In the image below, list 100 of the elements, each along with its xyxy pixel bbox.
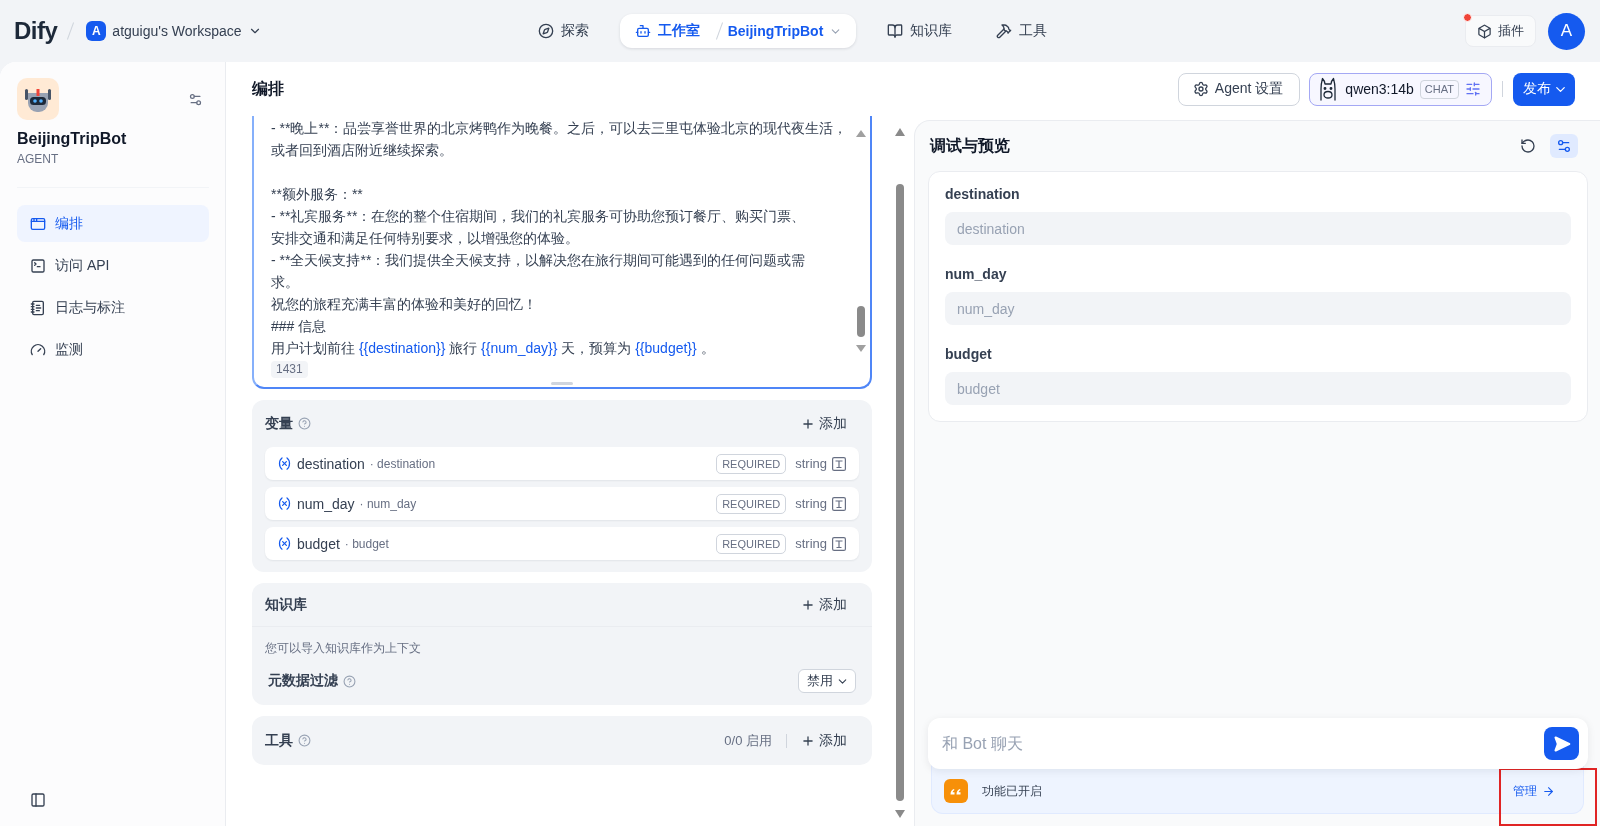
plugins-button[interactable]: 插件: [1465, 15, 1536, 47]
variable-type: string: [795, 456, 827, 471]
gauge-icon: [30, 341, 46, 358]
prompt-line: - **晚上**：品尝享誉世界的北京烤鸭作为晚餐。之后，可以去三里屯体验北京的现代夜生活，: [271, 119, 849, 138]
variable-icon: [277, 496, 292, 511]
section-title: 工具: [265, 731, 293, 750]
hammer-icon: [996, 23, 1013, 39]
variable-row[interactable]: num_day · num_day REQUIRED string: [265, 487, 859, 520]
required-badge: REQUIRED: [716, 533, 787, 554]
prompt-line: 或者回到酒店附近继续探索。: [271, 141, 454, 160]
prompt-line: - **礼宾服务**：在您的整个住宿期间，我们的礼宾服务可协助您预订餐厅、购买门票、: [271, 207, 807, 226]
required-badge: REQUIRED: [716, 493, 787, 514]
field-label: budget: [945, 345, 993, 363]
variable-key: · destination: [369, 456, 436, 471]
variable-icon: [277, 536, 292, 551]
text-field-icon: [832, 536, 846, 551]
robot-icon: [17, 78, 59, 120]
cube-icon: [1477, 23, 1492, 39]
add-button[interactable]: 添加: [801, 731, 859, 750]
prompt-editor[interactable]: [252, 116, 872, 389]
resize-handle[interactable]: [551, 382, 573, 385]
sidebar-item[interactable]: 编排: [17, 205, 209, 242]
prompt-line: 祝您的旅程充满丰富的体验和美好的回忆！: [271, 295, 538, 314]
arrow-right-icon: [1542, 784, 1555, 798]
settings-icon: [1192, 81, 1209, 97]
model-selector[interactable]: qwen3:14b CHAT: [1309, 72, 1492, 106]
plus-icon: [801, 733, 815, 748]
nav-tab[interactable]: 工具: [983, 14, 1061, 48]
variable-key: · num_day: [359, 496, 417, 511]
workspace-avatar: A: [86, 21, 107, 41]
send-icon: [1552, 734, 1571, 753]
section-title: 知识库: [265, 595, 307, 614]
variable-name: budget: [297, 535, 340, 552]
sidebar-item[interactable]: 访问 API: [17, 247, 209, 284]
sidebar-item[interactable]: 监测: [17, 331, 209, 368]
agent-settings-button[interactable]: Agent 设置: [1177, 72, 1301, 106]
prompt-line: **额外服务：**: [271, 185, 364, 204]
app-switcher[interactable]: BeijingTripBot: [725, 23, 845, 39]
settings-icon: [1556, 138, 1572, 154]
app-type: AGENT: [17, 151, 60, 167]
scrollbar[interactable]: [856, 130, 866, 352]
hint-text: 您可以导入知识库作为上下文: [265, 640, 422, 657]
terminal-icon: [30, 257, 46, 274]
studio-tab[interactable]: 工作室 BeijingTripBot: [619, 14, 857, 48]
variable-name: destination: [297, 455, 365, 472]
variable-type: string: [795, 536, 827, 551]
notebook-icon: [30, 299, 46, 316]
nav-tab[interactable]: 探索: [524, 14, 602, 48]
filter-select[interactable]: 禁用: [798, 669, 856, 693]
settings-button[interactable]: [1550, 134, 1578, 158]
app-window-icon: [30, 215, 46, 232]
required-badge: REQUIRED: [716, 453, 787, 474]
prompt-line: 安排交通和满足任何特别要求，以增强您的体验。: [271, 229, 580, 248]
prompt-line: - **全天候支持**：我们提供全天候支持，以解决您在旅行期间可能遇到的任何问题或需: [271, 251, 807, 270]
field-label: num_day: [945, 265, 1008, 283]
variable-icon: [277, 456, 292, 471]
nav-tab[interactable]: 知识库: [874, 14, 966, 48]
tools-count: 0/0 启用: [724, 731, 772, 750]
chat-input[interactable]: 和 Bot 聊天: [942, 728, 1536, 759]
add-button[interactable]: 添加: [801, 595, 859, 614]
text-input[interactable]: destination: [945, 212, 1571, 245]
field-label: destination: [945, 185, 1021, 203]
scrollbar[interactable]: [894, 126, 906, 820]
user-avatar[interactable]: A: [1548, 12, 1585, 50]
sliders-icon: [1465, 81, 1481, 97]
logo: Dify: [14, 17, 58, 45]
compass-icon: [537, 23, 554, 39]
panel-title: 调试与预览: [930, 135, 1010, 156]
send-button[interactable]: [1544, 727, 1579, 760]
section-title: 元数据过滤: [268, 672, 338, 690]
plus-icon: [801, 597, 815, 612]
prompt-line: 用户计划前往 {{destination}} 旅行 {{num_day}} 天，预算为 {{budget}} 。: [271, 339, 716, 358]
text-input[interactable]: budget: [945, 372, 1571, 405]
sidebar-item[interactable]: 日志与标注: [17, 289, 209, 326]
robot-icon: [634, 23, 651, 39]
variable-name: num_day: [297, 495, 355, 512]
plus-icon: [801, 416, 815, 431]
book-icon: [887, 23, 904, 39]
section-title: 变量: [265, 414, 293, 433]
prompt-line: 求。: [271, 273, 300, 292]
workspace-switcher[interactable]: A atguigu's Workspace: [84, 19, 264, 43]
manage-link[interactable]: 管理: [1513, 782, 1555, 800]
refresh-icon: [1520, 138, 1536, 154]
mode-badge: CHAT: [1419, 79, 1459, 99]
features-status: 功能已开启: [982, 782, 1042, 800]
variable-row[interactable]: budget · budget REQUIRED string: [265, 527, 859, 560]
text-field-icon: [832, 496, 846, 511]
variable-type: string: [795, 496, 827, 511]
nav-tab[interactable]: 工作室: [621, 14, 713, 48]
page-title: 编排: [252, 78, 284, 99]
variable-row[interactable]: destination · destination REQUIRED string: [265, 447, 859, 480]
add-button[interactable]: 添加: [801, 414, 859, 433]
prompt-line: ### 信息: [271, 317, 328, 336]
text-field-icon: [832, 456, 846, 471]
publish-button[interactable]: 发布: [1513, 72, 1575, 106]
chat-box[interactable]: 和 Bot 聊天: [928, 718, 1588, 769]
settings-icon[interactable]: [188, 91, 203, 107]
sidebar-toggle-icon[interactable]: [30, 792, 46, 808]
variable-key: · budget: [344, 536, 389, 551]
text-input[interactable]: num_day: [945, 292, 1571, 325]
